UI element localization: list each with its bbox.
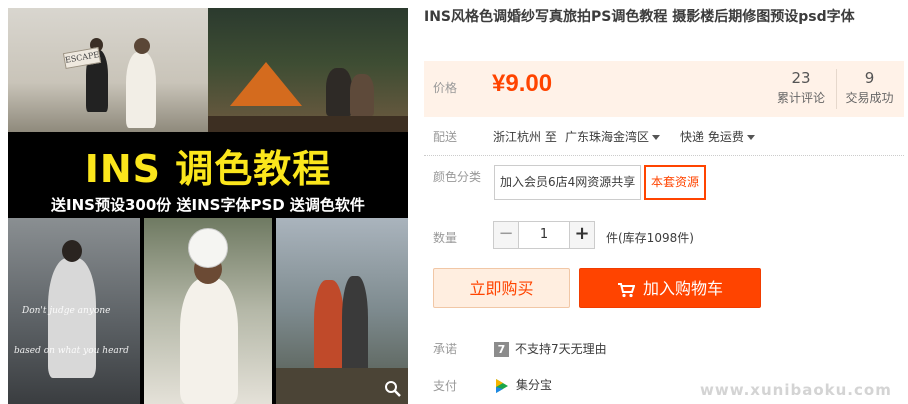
- watermark-text: www.xunibaoku.com: [700, 381, 892, 399]
- sales-count: 9: [864, 69, 875, 87]
- sales-stat: 9 交易成功: [836, 69, 902, 109]
- figure-bride: [180, 278, 238, 404]
- promo-banner: INS 调色教程 送INS预设300份 送INS字体PSD 送调色软件: [8, 132, 408, 218]
- figure-bride: [126, 52, 156, 128]
- figure-head: [134, 38, 150, 54]
- sku-option-this-resource[interactable]: 本套资源: [644, 165, 707, 200]
- sku-option-membership[interactable]: 加入会员6店4网资源共享: [494, 165, 642, 200]
- promise-label: 承诺: [433, 342, 458, 356]
- figure-man: [314, 280, 344, 380]
- quantity-decrement-button[interactable]: −: [493, 221, 519, 249]
- delivery-from: 浙江杭州 至: [493, 130, 557, 144]
- delivery-method-dropdown[interactable]: 快递 免运费: [680, 128, 755, 145]
- promise-text: 不支持7天无理由: [515, 342, 607, 356]
- buy-now-button[interactable]: 立即购买: [433, 268, 570, 308]
- promise-item[interactable]: 7 不支持7天无理由: [494, 340, 607, 357]
- jifenbao-icon: [496, 378, 508, 393]
- script-text: based on what you heard: [14, 346, 129, 356]
- sku-label: 颜色分类: [433, 170, 482, 184]
- review-stat[interactable]: 23 累计评论: [768, 69, 834, 106]
- tent-shape: [230, 62, 302, 106]
- banner-title: INS 调色教程: [84, 147, 332, 191]
- script-text: Don't judge anyone: [22, 306, 111, 316]
- product-main-image[interactable]: ESCAPE INS 调色教程 送INS预设300份 送INS字体PSD 送调色…: [8, 8, 408, 404]
- divider: [424, 155, 904, 156]
- quantity-label: 数量: [433, 231, 458, 245]
- photo-hiking-couple: [276, 218, 408, 404]
- ground: [208, 116, 408, 132]
- photo-bride-cake: [144, 218, 272, 404]
- seven-day-icon: 7: [494, 342, 509, 357]
- photo-suit-couple: Don't judge anyone based on what you hea…: [8, 218, 140, 404]
- banner-subtitle: 送INS预设300份 送INS字体PSD 送调色软件: [51, 196, 365, 214]
- review-count: 23: [791, 69, 811, 87]
- quantity-input[interactable]: 1: [519, 221, 569, 249]
- photo-couple-field: ESCAPE: [8, 8, 208, 132]
- payment-text: 集分宝: [516, 378, 553, 392]
- cart-icon: [617, 282, 635, 297]
- price-value: ¥9.00: [492, 70, 553, 97]
- figure-man: [48, 258, 96, 378]
- stock-text: 件(库存1098件): [606, 231, 694, 245]
- delivery-method: 快递 免运费: [680, 130, 744, 144]
- review-label: 累计评论: [776, 91, 825, 105]
- figure-man: [326, 68, 352, 116]
- figure-woman: [342, 276, 368, 380]
- sales-label: 交易成功: [845, 91, 894, 105]
- photo-camping: [208, 8, 408, 132]
- chevron-down-icon: [652, 135, 661, 140]
- payment-label: 支付: [433, 379, 458, 393]
- add-to-cart-button[interactable]: 加入购物车: [579, 268, 761, 308]
- quantity-increment-button[interactable]: +: [569, 221, 595, 249]
- figure-head: [62, 240, 82, 262]
- chevron-down-icon: [746, 135, 755, 140]
- product-title: INS风格色调婚纱写真旅拍PS调色教程 摄影楼后期修图预设psd字体: [424, 9, 855, 25]
- price-label: 价格: [433, 81, 458, 95]
- balloon: [188, 228, 228, 268]
- add-to-cart-label: 加入购物车: [642, 279, 723, 298]
- price-box: 价格 ¥9.00 23 累计评论 9 交易成功: [424, 61, 904, 117]
- delivery-label: 配送: [433, 130, 458, 144]
- delivery-destination: 广东珠海金湾区: [565, 130, 650, 144]
- figure-woman: [350, 74, 374, 116]
- delivery-destination-dropdown[interactable]: 广东珠海金湾区: [565, 128, 661, 145]
- payment-item[interactable]: 集分宝: [494, 376, 552, 394]
- magnifier-icon[interactable]: [384, 380, 402, 398]
